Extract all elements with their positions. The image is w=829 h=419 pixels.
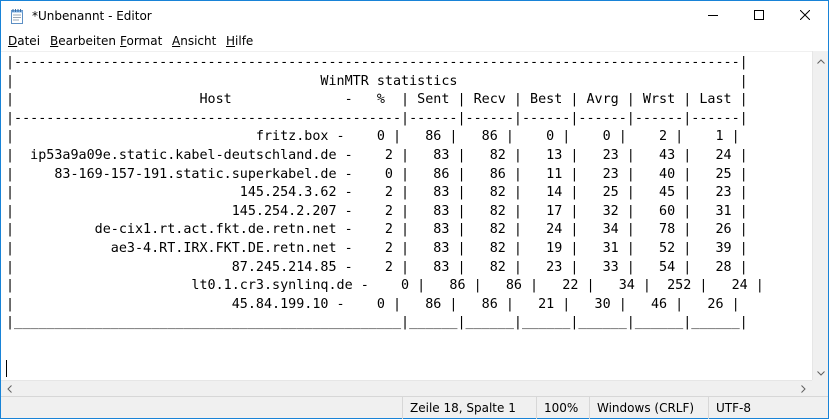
editor-line: | WinMTR statistics | [6, 73, 748, 89]
minimize-icon [708, 9, 718, 23]
status-line-ending: Windows (CRLF) [589, 397, 708, 419]
title-bar[interactable]: *Unbenannt - Editor [1, 1, 828, 31]
scroll-right-button[interactable] [795, 381, 812, 397]
editor-line: |---------------------------------------… [6, 110, 748, 126]
menu-hilfe[interactable]: Hilfe [226, 34, 253, 49]
horizontal-scrollbar[interactable] [1, 380, 812, 396]
menu-bearbeiten[interactable]: Bearbeiten [50, 34, 116, 49]
notepad-icon[interactable] [9, 8, 25, 24]
chevron-left-icon [7, 382, 12, 396]
scroll-up-button[interactable] [813, 51, 829, 68]
close-button[interactable] [782, 1, 828, 31]
editor-line: | Host - % | Sent | Recv | Best | Avrg |… [6, 92, 748, 108]
window-title: *Unbenannt - Editor [32, 9, 152, 23]
chevron-down-icon [817, 365, 825, 379]
editor-line: | de-cix1.rt.act.fkt.de.retn.net - 2 | 8… [6, 222, 748, 238]
maximize-button[interactable] [736, 1, 782, 31]
editor-line: |---------------------------------------… [6, 55, 748, 70]
status-encoding: UTF-8 [708, 397, 828, 419]
status-cursor-position: Zeile 18, Spalte 1 [402, 397, 536, 419]
notepad-window: *Unbenannt - Editor Datei Bearbeiten For… [0, 0, 829, 419]
menu-ansicht[interactable]: Ansicht [172, 34, 216, 49]
scroll-left-button[interactable] [1, 381, 18, 397]
editor-line: | 145.254.2.207 - 2 | 83 | 82 | 17 | 32 … [6, 203, 748, 219]
chevron-up-icon [817, 53, 825, 67]
editor-line: | 87.245.214.85 - 2 | 83 | 82 | 23 | 33 … [6, 259, 748, 275]
menu-format[interactable]: Format [120, 34, 162, 49]
status-zoom-level: 100% [536, 397, 589, 419]
editor-line: | 83-169-157-191.static.superkabel.de - … [6, 166, 748, 182]
editor-text[interactable]: |---------------------------------------… [6, 54, 764, 370]
minimize-button[interactable] [690, 1, 736, 31]
editor-line: | ip53a9a09e.static.kabel-deutschland.de… [6, 147, 748, 163]
menu-datei[interactable]: Datei [8, 34, 40, 49]
vertical-scrollbar[interactable] [812, 51, 828, 380]
scrollbar-corner [812, 380, 828, 396]
maximize-icon [754, 9, 764, 23]
editor-line: |_______________________________________… [6, 315, 748, 331]
close-icon [799, 9, 811, 23]
editor-line: | 145.254.3.62 - 2 | 83 | 82 | 14 | 25 |… [6, 185, 748, 201]
status-bar: Zeile 18, Spalte 1 100% Windows (CRLF) U… [1, 396, 828, 419]
editor-line: | ae3-4.RT.IRX.FKT.DE.retn.net - 2 | 83 … [6, 240, 748, 256]
text-caret [6, 360, 7, 377]
editor-line: | lt0.1.cr3.synlinq.de - 0 | 86 | 86 | 2… [6, 278, 764, 294]
editor-line: | fritz.box - 0 | 86 | 86 | 0 | 0 | 2 | … [6, 129, 740, 145]
text-editor-area[interactable]: |---------------------------------------… [1, 51, 812, 380]
menu-bar: Datei Bearbeiten Format Ansicht Hilfe [1, 31, 828, 51]
chevron-right-icon [801, 382, 806, 396]
editor-line: | 45.84.199.10 - 0 | 86 | 86 | 21 | 30 |… [6, 296, 740, 312]
scroll-down-button[interactable] [813, 363, 829, 380]
